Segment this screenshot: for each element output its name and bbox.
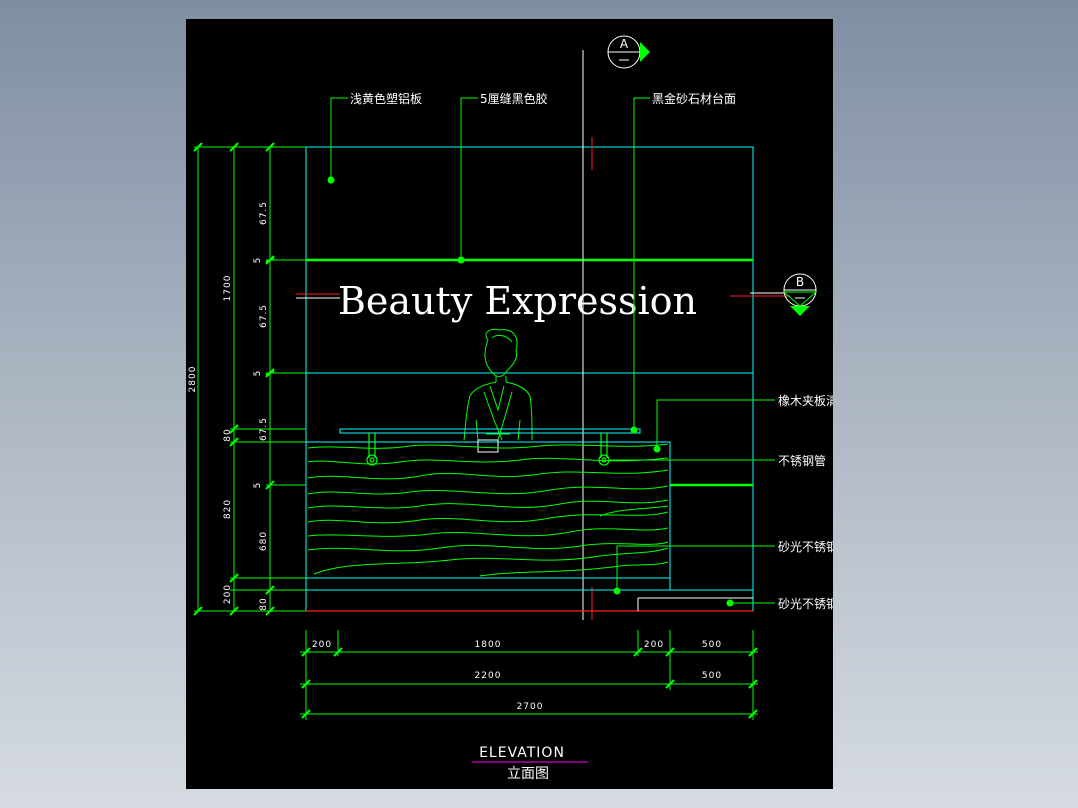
dim-bottom-3: 200 bbox=[644, 640, 664, 650]
counter-top-slab bbox=[339, 428, 641, 434]
callout-aluminium-panel: 浅黄色塑铝板 bbox=[350, 91, 422, 106]
counter-body bbox=[305, 441, 671, 579]
caption-chinese: 立面图 bbox=[507, 766, 549, 782]
section-mark-b-label: B bbox=[796, 275, 804, 289]
callout-black-sealant: 5厘缝黑色胶 bbox=[480, 91, 548, 106]
dim-bottom-5: 2200 bbox=[475, 671, 502, 681]
dim-left-inner-6: 5 bbox=[253, 482, 263, 489]
dim-left-inner-3: 67.5 bbox=[259, 304, 269, 328]
dim-bottom-4: 500 bbox=[702, 640, 722, 650]
callout-stainless-pipe: 不锈钢管 bbox=[778, 453, 826, 468]
dim-left-inner-8: 80 bbox=[259, 597, 269, 610]
section-mark-b: B bbox=[782, 273, 818, 316]
dim-left-mid-2: 80 bbox=[223, 428, 233, 441]
stainless-pipes bbox=[366, 433, 610, 466]
callout-oak-veneer: 橡木夹板清漆 bbox=[778, 394, 833, 408]
callout-stainless-skirting: 砂光不锈钢踢脚线 bbox=[778, 596, 833, 611]
dim-left-mid-1: 1700 bbox=[223, 275, 233, 302]
callout-stainless-sheet: 砂光不锈钢板 bbox=[778, 540, 833, 554]
title-text: Beauty Expression bbox=[338, 279, 697, 323]
dim-bottom-1: 200 bbox=[312, 640, 332, 650]
dim-left-inner-2: 5 bbox=[253, 257, 263, 264]
dim-left-inner-4: 5 bbox=[253, 370, 263, 377]
dim-left-inner-5: 67.5 bbox=[259, 417, 269, 441]
dim-bottom-2: 1800 bbox=[475, 640, 502, 650]
dim-bottom-7: 2700 bbox=[517, 702, 544, 712]
dim-left-mid-4: 200 bbox=[223, 584, 233, 604]
dim-bottom-6: 500 bbox=[702, 671, 722, 681]
dim-left-outer: 2800 bbox=[188, 366, 198, 393]
elevation-drawing: A B Beauty Expression 浅黄色塑铝板 5厘缝黑色胶 黑金砂石… bbox=[188, 35, 833, 782]
dim-left-inner-1: 67.5 bbox=[259, 201, 269, 225]
drawing-sheet: A B Beauty Expression 浅黄色塑铝板 5厘缝黑色胶 黑金砂石… bbox=[186, 19, 833, 789]
dim-left-inner-7: 680 bbox=[259, 531, 269, 551]
wood-grain bbox=[307, 443, 669, 577]
callout-leaders bbox=[327, 97, 775, 607]
section-mark-a: A bbox=[607, 35, 650, 69]
person-figure bbox=[463, 329, 533, 441]
section-mark-a-label: A bbox=[620, 37, 629, 51]
wall-outline bbox=[305, 146, 754, 612]
caption-english: ELEVATION bbox=[479, 745, 565, 761]
left-dimension-lines bbox=[194, 146, 306, 612]
callout-granite-top: 黑金砂石材台面 bbox=[652, 91, 736, 106]
dim-left-mid-3: 820 bbox=[223, 499, 233, 519]
